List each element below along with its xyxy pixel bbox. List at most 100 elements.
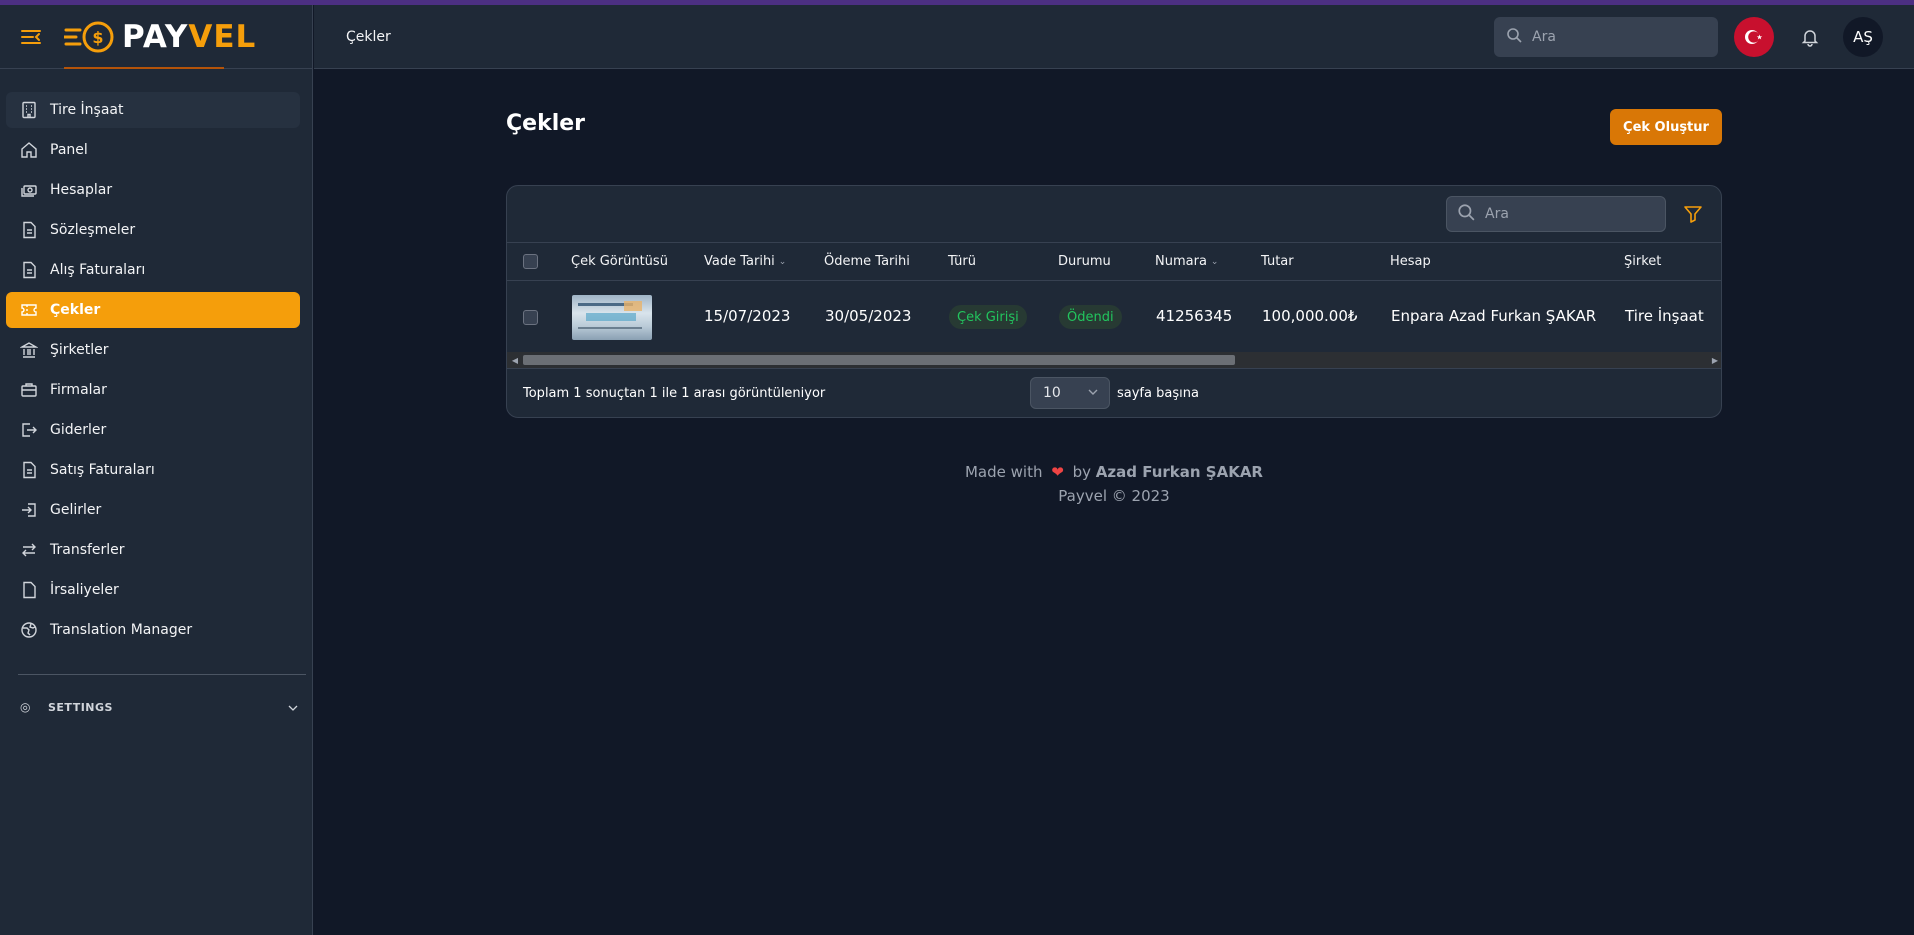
cash-icon: [20, 181, 38, 199]
column-header-cek-goruntusu[interactable]: Çek Görüntüsü: [571, 254, 668, 269]
made-with-text: Made with: [964, 463, 1043, 481]
sidebar-item-sirketler[interactable]: Şirketler: [6, 332, 300, 368]
globe-icon: [20, 621, 38, 639]
footer-credit: Made with ❤ by Azad Furkan ŞAKAR: [506, 460, 1722, 484]
column-header-label: Durumu: [1058, 254, 1111, 269]
column-header-sirket[interactable]: Şirket: [1624, 254, 1661, 269]
heart-icon: ❤: [1051, 463, 1064, 481]
cell-tutar: 100,000.00₺: [1262, 307, 1358, 325]
column-header-label: Tutar: [1261, 254, 1294, 269]
search-icon: [1457, 203, 1475, 225]
table-search[interactable]: [1446, 196, 1666, 232]
sort-chevron-icon: ⌄: [1210, 256, 1219, 267]
sidebar-item-cekler[interactable]: Çekler: [6, 292, 300, 328]
briefcase-icon: [20, 381, 38, 399]
page-footer: Made with ❤ by Azad Furkan ŞAKAR Payvel …: [506, 460, 1722, 508]
column-header-label: Hesap: [1390, 254, 1431, 269]
sidebar: $ PAYVEL Tire İnşaat Panel Hesaplar Sözl…: [0, 5, 313, 935]
sidebar-item-panel[interactable]: Panel: [6, 132, 300, 168]
sidebar-item-giderler[interactable]: Giderler: [6, 412, 300, 448]
chevron-down-icon: [288, 701, 298, 714]
sidebar-item-transferler[interactable]: Transferler: [6, 532, 300, 568]
status-badge-durumu: Ödendi: [1059, 305, 1122, 329]
sidebar-item-label: Sözleşmeler: [50, 222, 136, 238]
per-page-select[interactable]: 10: [1030, 377, 1110, 409]
sidebar-item-label: Transferler: [50, 542, 125, 558]
scroll-left-arrow-icon[interactable]: ◀: [507, 352, 523, 368]
table-search-input[interactable]: [1485, 206, 1645, 222]
table-toolbar: [507, 186, 1721, 243]
filter-icon[interactable]: [1683, 204, 1703, 224]
sidebar-item-gelirler[interactable]: Gelirler: [6, 492, 300, 528]
column-header-label: Çek Görüntüsü: [571, 254, 668, 269]
column-header-numara[interactable]: Numara ⌄: [1155, 254, 1218, 269]
column-header-hesap[interactable]: Hesap: [1390, 254, 1431, 269]
table-footer: Toplam 1 sonuçtan 1 ile 1 arası görüntül…: [507, 368, 1721, 417]
topbar: Çekler AŞ: [314, 5, 1914, 69]
collapse-menu-icon[interactable]: [20, 26, 42, 48]
bell-icon[interactable]: [1800, 27, 1820, 47]
sidebar-item-translation-manager[interactable]: Translation Manager: [6, 612, 300, 648]
sidebar-item-label: İrsaliyeler: [50, 582, 119, 598]
sidebar-nav: Tire İnşaat Panel Hesaplar Sözleşmeler A…: [0, 92, 312, 648]
sidebar-item-label: Hesaplar: [50, 182, 113, 198]
cell-numara: 41256345: [1156, 307, 1233, 325]
sidebar-item-label: Panel: [50, 142, 88, 158]
breadcrumb[interactable]: Çekler: [346, 29, 391, 45]
column-header-label: Ödeme Tarihi: [824, 254, 910, 269]
sidebar-item-sozlesmeler[interactable]: Sözleşmeler: [6, 212, 300, 248]
brand-header: $ PAYVEL: [0, 5, 312, 69]
svg-text:$: $: [92, 28, 103, 47]
column-header-tutar[interactable]: Tutar: [1261, 254, 1294, 269]
language-flag-icon[interactable]: [1734, 17, 1774, 57]
column-header-durumu[interactable]: Durumu: [1058, 254, 1111, 269]
table-header: Çek Görüntüsü Vade Tarihi ⌄ Ödeme Tarihi …: [507, 243, 1721, 281]
switch-icon: [20, 541, 38, 559]
cell-hesap: Enpara Azad Furkan ŞAKAR: [1391, 307, 1597, 325]
scroll-right-arrow-icon[interactable]: ▶: [1707, 352, 1721, 368]
column-header-turu[interactable]: Türü: [948, 254, 976, 269]
sidebar-item-firmalar[interactable]: Firmalar: [6, 372, 300, 408]
create-cek-button[interactable]: Çek Oluştur: [1610, 109, 1722, 145]
scrollbar-thumb[interactable]: [523, 355, 1235, 365]
row-checkbox[interactable]: [523, 310, 538, 325]
by-text: by: [1072, 463, 1092, 481]
sidebar-item-label: Şirketler: [50, 342, 109, 358]
sidebar-item-label: Translation Manager: [50, 622, 193, 638]
horizontal-scrollbar[interactable]: ◀ ▶: [507, 352, 1721, 368]
payvel-logo[interactable]: $ PAYVEL: [64, 19, 256, 55]
sidebar-item-label: Alış Faturaları: [50, 262, 146, 278]
gear-icon: ◎: [20, 700, 31, 714]
column-header-vade-tarihi[interactable]: Vade Tarihi ⌄: [704, 254, 786, 269]
table-row[interactable]: 15/07/2023 30/05/2023 Çek Girişi Ödendi …: [507, 281, 1721, 353]
sidebar-item-tire-insaat[interactable]: Tire İnşaat: [6, 92, 300, 128]
column-header-label: Numara: [1155, 254, 1207, 269]
author-name[interactable]: Azad Furkan ŞAKAR: [1096, 463, 1263, 481]
sidebar-item-label: Gelirler: [50, 502, 102, 518]
settings-label: SETTINGS: [48, 700, 113, 714]
building-icon: [20, 101, 38, 119]
global-search[interactable]: [1494, 17, 1718, 57]
sidebar-item-alis-faturalari[interactable]: Alış Faturaları: [6, 252, 300, 288]
settings-group-toggle[interactable]: ◎ SETTINGS: [20, 689, 298, 725]
cell-sirket: Tire İnşaat: [1625, 307, 1704, 325]
page-title: Çekler: [506, 111, 586, 136]
per-page-value: 10: [1043, 385, 1061, 401]
pagination-summary: Toplam 1 sonuçtan 1 ile 1 arası görüntül…: [523, 386, 826, 401]
library-icon: [20, 341, 38, 359]
select-all-checkbox[interactable]: [523, 254, 538, 269]
cek-image-thumbnail[interactable]: [572, 295, 652, 340]
document-icon: [20, 261, 38, 279]
sidebar-item-label: Giderler: [50, 422, 107, 438]
brand-name-part2: VEL: [188, 18, 257, 55]
avatar[interactable]: AŞ: [1843, 17, 1883, 57]
sidebar-item-irsaliyeler[interactable]: İrsaliyeler: [6, 572, 300, 608]
column-header-odeme-tarihi[interactable]: Ödeme Tarihi: [824, 254, 910, 269]
sidebar-item-hesaplar[interactable]: Hesaplar: [6, 172, 300, 208]
sidebar-item-label: Tire İnşaat: [50, 102, 124, 118]
global-search-input[interactable]: [1532, 29, 1692, 45]
sidebar-item-satis-faturalari[interactable]: Satış Faturaları: [6, 452, 300, 488]
file-icon: [20, 581, 38, 599]
status-badge-turu: Çek Girişi: [949, 305, 1027, 329]
sort-chevron-icon: ⌄: [778, 256, 787, 267]
